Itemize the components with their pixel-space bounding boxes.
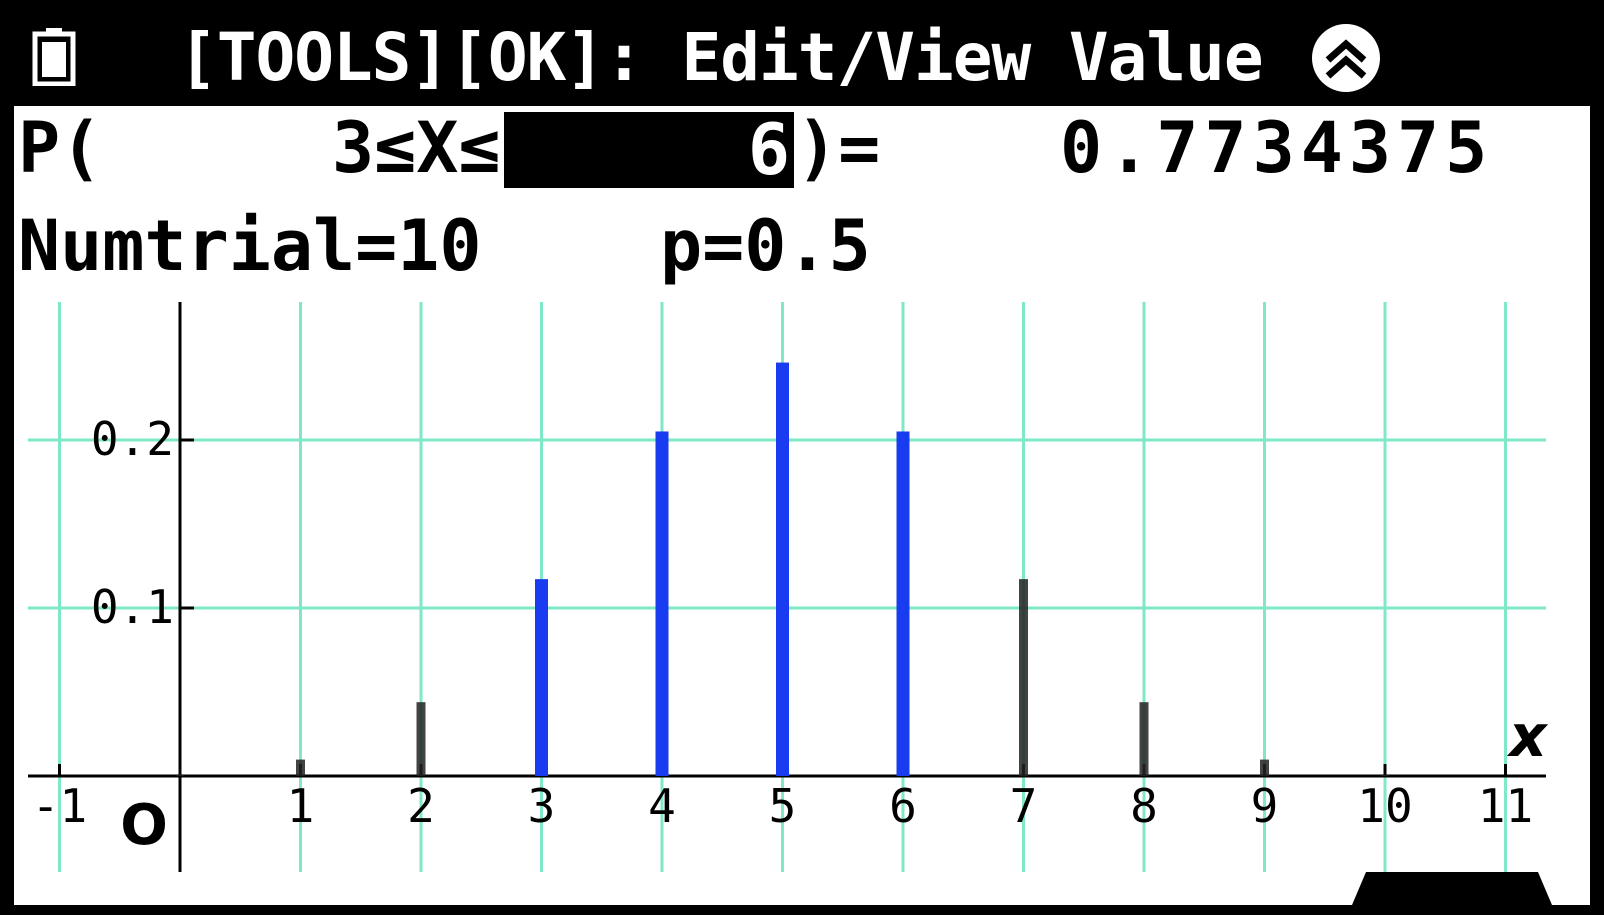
bar-selected — [896, 431, 910, 776]
x-axis-label: x — [1506, 702, 1548, 770]
x-tick-label: 10 — [1357, 779, 1412, 833]
x-tick-label: 2 — [407, 779, 435, 833]
x-tick-label: 9 — [1251, 779, 1279, 833]
y-tick-label: 0.1 — [91, 580, 174, 634]
bar-unselected — [1260, 759, 1269, 776]
bar-unselected — [1019, 579, 1028, 776]
bar-selected — [535, 579, 548, 776]
x-tick-label: 4 — [648, 779, 676, 833]
bar-unselected — [1139, 702, 1149, 776]
x-tick-label: 3 — [528, 779, 556, 833]
x-tick-label: 1 — [287, 779, 315, 833]
x-tick-label: -1 — [32, 779, 87, 833]
scroll-indicator — [1352, 872, 1552, 905]
binomial-distribution-chart: -1 1 2 3 4 5 6 7 8 9 10 11 0.1 0.2 Ox — [28, 302, 1552, 905]
y-tick-label: 0.2 — [91, 412, 174, 466]
x-tick-label: 7 — [1010, 779, 1038, 833]
calculator-screen: [TOOLS][OK]: Edit/View Value P( 3≤X≤ 6 )… — [0, 0, 1604, 915]
bar-unselected — [175, 774, 185, 776]
bar-selected — [776, 362, 789, 776]
x-tick-label: 8 — [1130, 779, 1158, 833]
origin-label: O — [120, 793, 168, 858]
bar-unselected — [296, 759, 305, 776]
x-tick-label: 6 — [889, 779, 917, 833]
bar-unselected — [416, 702, 426, 776]
bar-selected — [655, 431, 669, 776]
bar-unselected — [1380, 774, 1390, 776]
display-area: [TOOLS][OK]: Edit/View Value P( 3≤X≤ 6 )… — [14, 10, 1590, 905]
x-tick-label: 11 — [1478, 779, 1533, 833]
x-tick-label: 5 — [769, 779, 797, 833]
